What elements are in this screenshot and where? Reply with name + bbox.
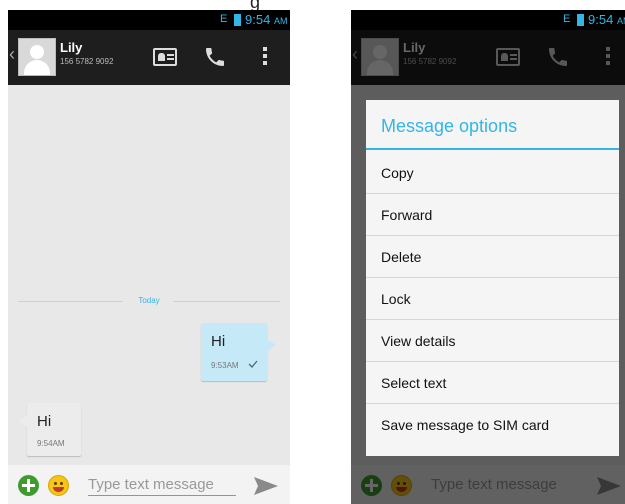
outgoing-message-bubble[interactable]: Hi 9:53AM: [201, 323, 276, 381]
contact-name: Lily: [60, 40, 83, 55]
battery-icon: [234, 14, 241, 26]
contact-avatar-icon[interactable]: [18, 38, 56, 76]
contact-number: 156 5782 9092: [60, 57, 114, 66]
dialog-title: Message options: [366, 100, 619, 150]
contact-card-icon[interactable]: [153, 48, 177, 66]
menu-item-view-details[interactable]: View details: [366, 320, 619, 362]
menu-item-lock[interactable]: Lock: [366, 278, 619, 320]
message-input[interactable]: [88, 473, 236, 496]
status-time: 9:54 AM: [245, 12, 288, 27]
action-bar: ‹ Lily 156 5782 9092: [8, 30, 290, 85]
menu-item-copy[interactable]: Copy: [366, 152, 619, 194]
phone-screen-conversation: E 9:54 AM ‹ Lily 156 5782 9092 Today Hi …: [8, 10, 290, 504]
message-text: Hi: [211, 333, 226, 350]
menu-item-save-to-sim[interactable]: Save message to SIM card: [366, 404, 619, 446]
network-signal-icon: E: [563, 13, 571, 25]
emoji-icon[interactable]: [48, 475, 69, 496]
phone-call-icon[interactable]: [203, 45, 227, 69]
network-signal-icon: E: [220, 13, 228, 25]
message-text: Hi: [37, 413, 52, 430]
add-attachment-icon[interactable]: [18, 475, 39, 496]
menu-item-select-text[interactable]: Select text: [366, 362, 619, 404]
send-icon[interactable]: [253, 476, 279, 496]
message-options-dialog: Message options Copy Forward Delete Lock…: [366, 100, 619, 456]
status-time: 9:54 AM: [588, 12, 625, 27]
delivered-check-icon: [248, 360, 258, 368]
status-bar: E 9:54 AM: [351, 10, 625, 30]
message-thread[interactable]: Today Hi 9:53AM Hi 9:54AM: [8, 85, 290, 465]
menu-item-delete[interactable]: Delete: [366, 236, 619, 278]
date-divider-line-right: [173, 301, 280, 302]
message-timestamp: 9:54AM: [37, 439, 65, 448]
incoming-message-bubble[interactable]: Hi 9:54AM: [18, 403, 81, 456]
message-options-menu: Copy Forward Delete Lock View details Se…: [366, 152, 619, 446]
phone-screen-message-options: E 9:54 AM ‹ Lily 156 5782 9092 Message o…: [351, 10, 625, 504]
back-chevron-icon[interactable]: ‹: [9, 44, 15, 65]
message-composer: [8, 465, 290, 504]
overflow-menu-icon[interactable]: [263, 47, 267, 68]
message-timestamp: 9:53AM: [211, 361, 239, 370]
battery-icon: [577, 14, 584, 26]
status-bar: E 9:54 AM: [8, 10, 290, 30]
menu-item-forward[interactable]: Forward: [366, 194, 619, 236]
